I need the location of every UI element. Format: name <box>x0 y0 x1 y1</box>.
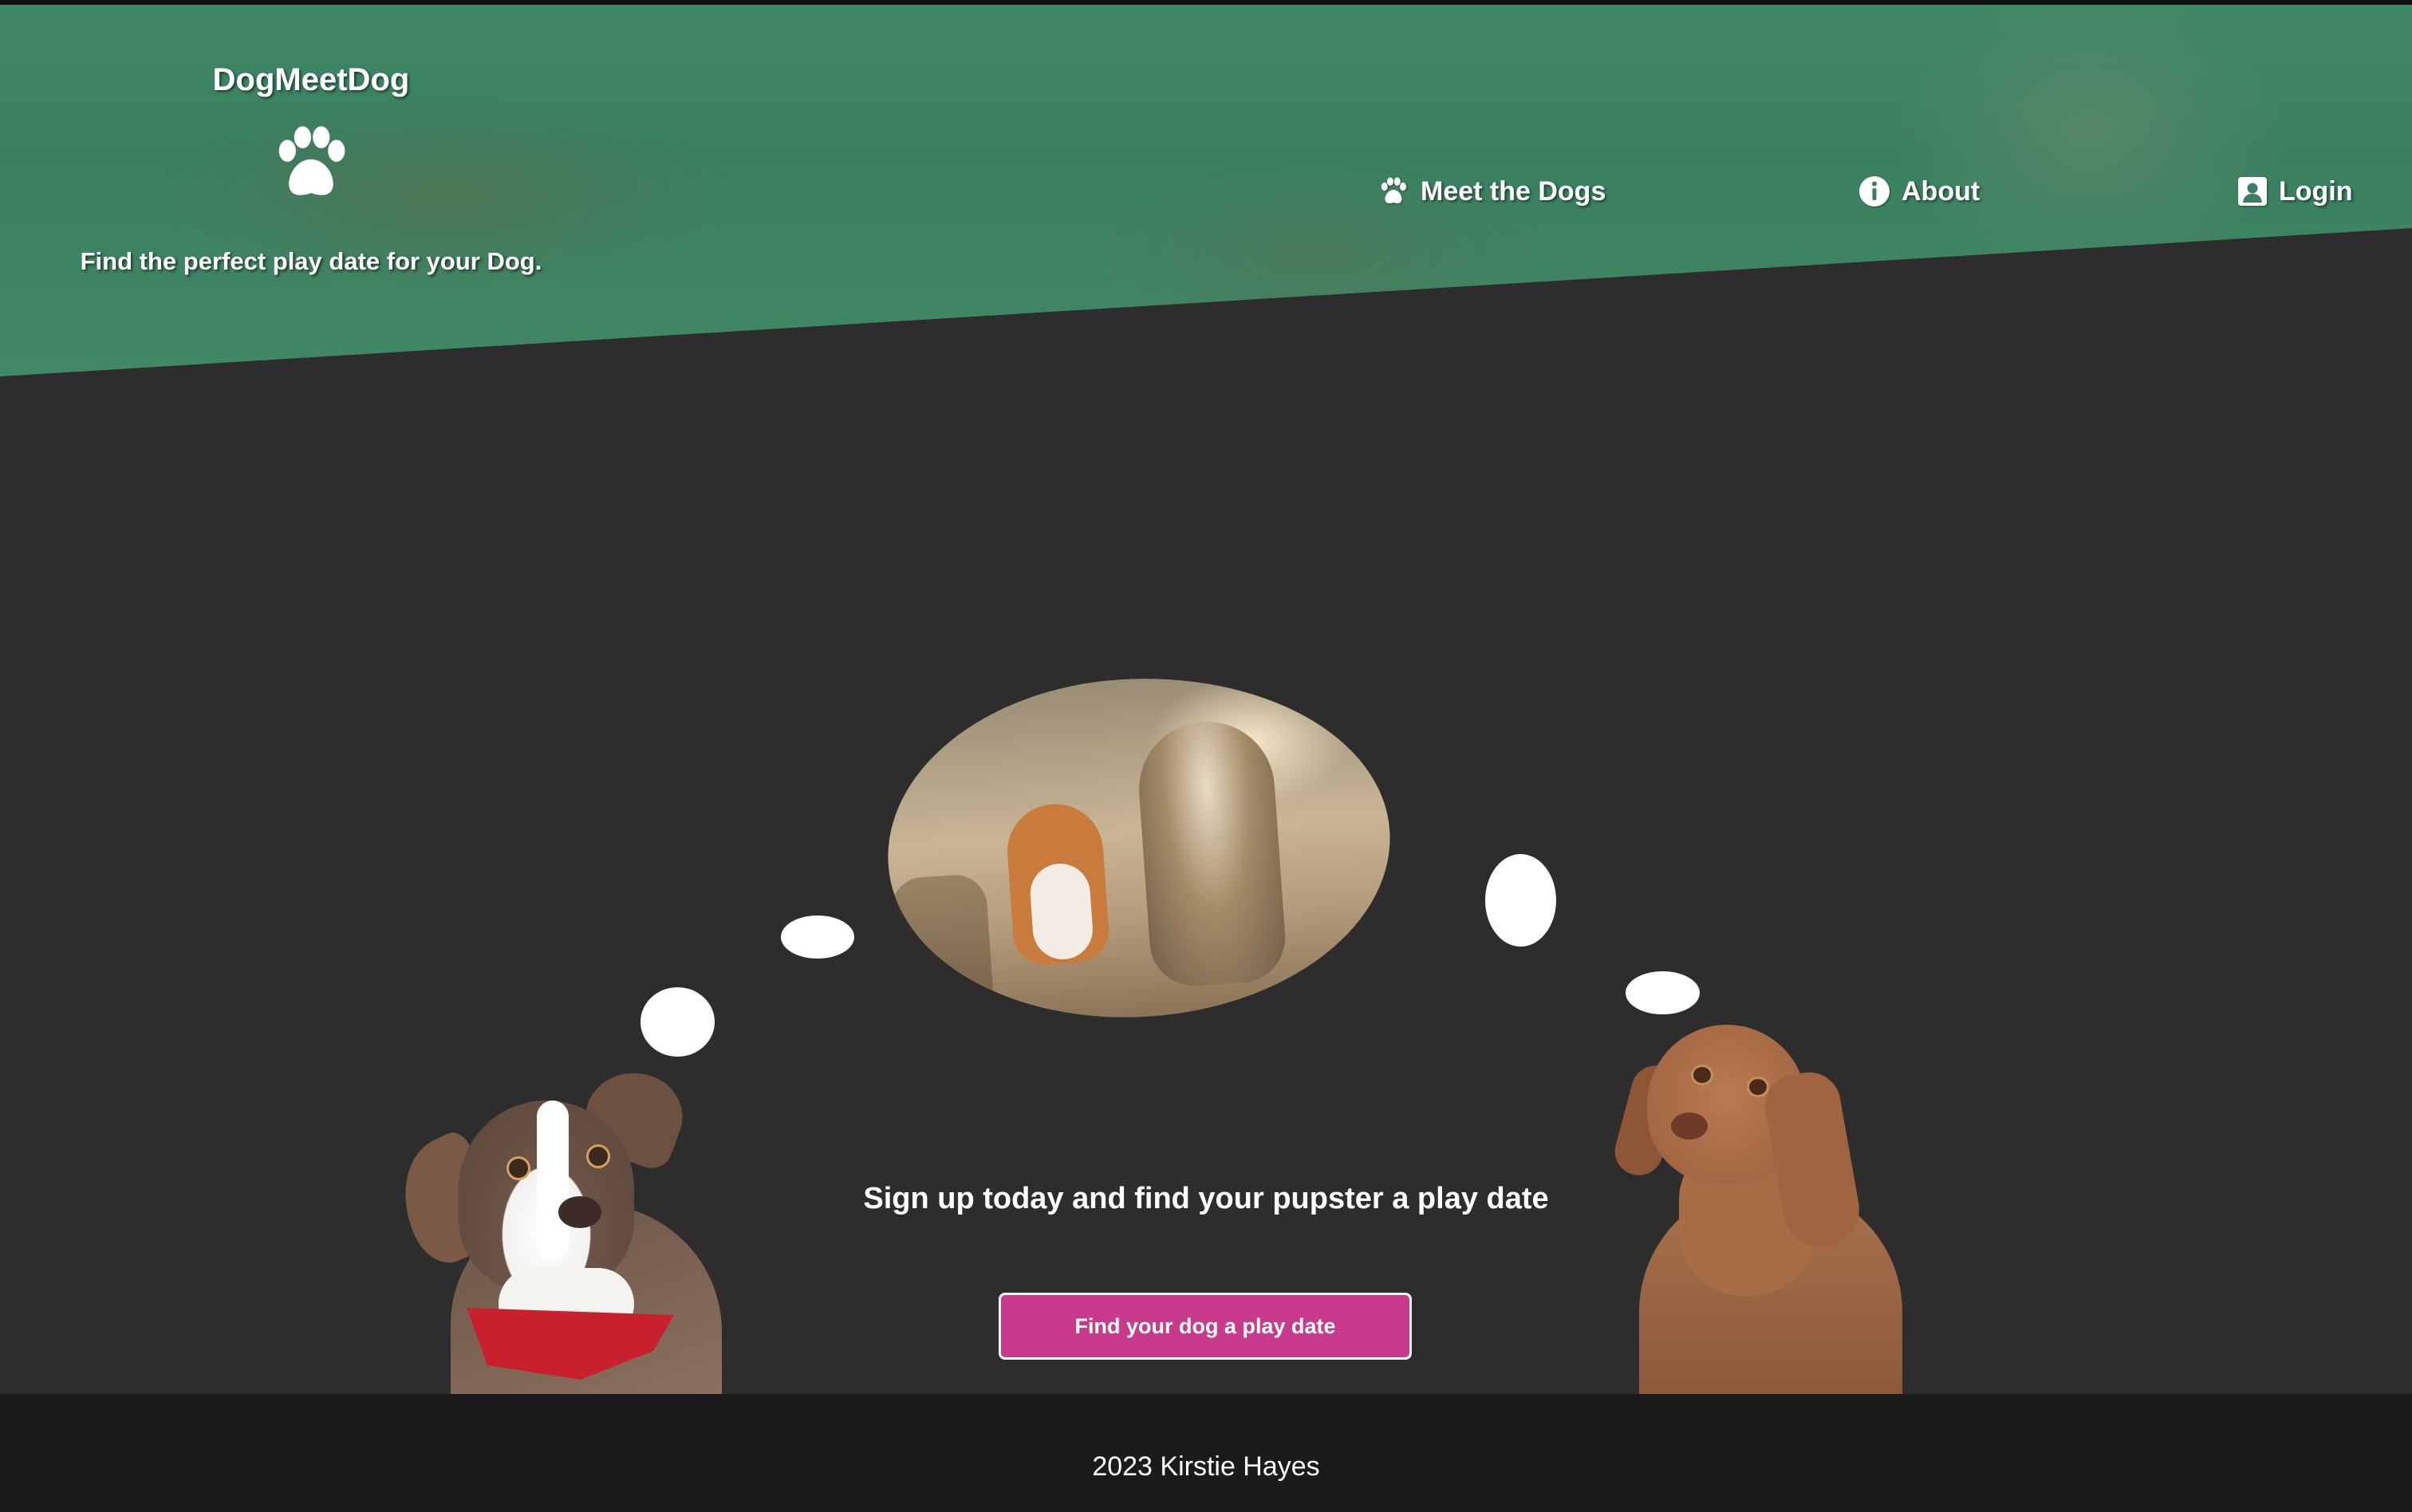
dog-nose <box>1671 1112 1708 1140</box>
yorkie-dog <box>1134 717 1288 990</box>
thought-dot <box>1485 854 1556 947</box>
user-icon <box>2238 177 2267 206</box>
paw-icon <box>278 126 345 195</box>
nav-meet-the-dogs[interactable]: Meet the Dogs <box>1377 171 1606 211</box>
dog-eye <box>506 1156 530 1180</box>
dog-left-illustration <box>381 1058 762 1412</box>
thought-bubble-photo <box>876 661 1402 1034</box>
thought-dot <box>640 987 715 1057</box>
info-icon <box>1859 176 1890 207</box>
dog-eye <box>1747 1077 1769 1097</box>
dog-eye <box>586 1144 610 1168</box>
top-border <box>0 0 2412 5</box>
nav-login[interactable]: Login <box>2237 171 2353 211</box>
footer-text: 2023 Kirstie Hayes <box>1092 1451 1320 1482</box>
tagline: Find the perfect play date for your Dog. <box>80 247 542 275</box>
site-footer: 2023 Kirstie Hayes <box>0 1394 2412 1512</box>
nav-label: Meet the Dogs <box>1421 175 1606 207</box>
nav-label: Login <box>2279 175 2353 207</box>
thought-dot <box>1626 971 1700 1014</box>
thought-dot <box>781 915 854 959</box>
brand-title[interactable]: DogMeetDog <box>0 62 622 98</box>
dog-eye <box>1691 1065 1713 1085</box>
brush-shape <box>889 872 996 1034</box>
corgi-chest <box>1028 861 1095 962</box>
find-play-date-button[interactable]: Find your dog a play date <box>999 1293 1412 1360</box>
nav-about[interactable]: About <box>1858 171 1980 211</box>
brand[interactable]: DogMeetDog <box>0 62 622 202</box>
nav-label: About <box>1902 175 1980 207</box>
paw-icon <box>1381 177 1406 203</box>
dog-blaze <box>537 1101 569 1260</box>
cta-text: Sign up today and find your pupster a pl… <box>863 1182 1549 1215</box>
